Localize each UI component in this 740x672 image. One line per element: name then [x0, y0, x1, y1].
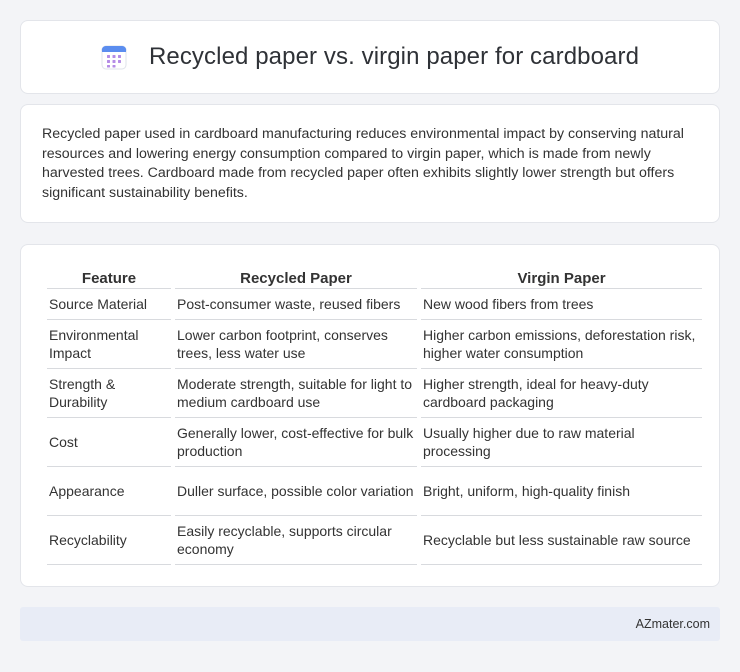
table-row: Source Material Post-consumer waste, reu…: [47, 289, 702, 320]
feature-cell: Source Material: [47, 289, 171, 320]
title-card: Recycled paper vs. virgin paper for card…: [20, 20, 720, 94]
page-title: Recycled paper vs. virgin paper for card…: [148, 43, 640, 70]
intro-paragraph: Recycled paper used in cardboard manufac…: [42, 126, 684, 201]
table-row: Environmental Impact Lower carbon footpr…: [47, 320, 702, 369]
header-feature: Feature: [47, 265, 171, 289]
table-row: Strength & Durability Moderate strength,…: [47, 369, 702, 418]
calendar-icon: [101, 45, 127, 70]
table-header-row: Feature Recycled Paper Virgin Paper: [47, 265, 702, 289]
footer-site-name: AZmater.com: [635, 617, 710, 631]
header-virgin-paper: Virgin Paper: [421, 265, 702, 289]
recycled-cell: Duller surface, possible color variation: [175, 467, 417, 516]
footer-bar: AZmater.com: [20, 607, 720, 641]
header-recycled-paper: Recycled Paper: [175, 265, 417, 289]
table-row: Appearance Duller surface, possible colo…: [47, 467, 702, 516]
comparison-table: Feature Recycled Paper Virgin Paper Sour…: [43, 265, 706, 565]
feature-cell: Strength & Durability: [47, 369, 171, 418]
title-bar: Recycled paper vs. virgin paper for card…: [21, 21, 719, 93]
comparison-card: Feature Recycled Paper Virgin Paper Sour…: [20, 244, 720, 587]
virgin-cell: Higher strength, ideal for heavy-duty ca…: [421, 369, 702, 418]
feature-cell: Environmental Impact: [47, 320, 171, 369]
virgin-cell: Usually higher due to raw material proce…: [421, 418, 702, 467]
virgin-cell: Higher carbon emissions, deforestation r…: [421, 320, 702, 369]
recycled-cell: Moderate strength, suitable for light to…: [175, 369, 417, 418]
recycled-cell: Lower carbon footprint, conserves trees,…: [175, 320, 417, 369]
recycled-cell: Post-consumer waste, reused fibers: [175, 289, 417, 320]
intro-card: Recycled paper used in cardboard manufac…: [20, 104, 720, 223]
table-row: Cost Generally lower, cost-effective for…: [47, 418, 702, 467]
virgin-cell: New wood fibers from trees: [421, 289, 702, 320]
virgin-cell: Bright, uniform, high-quality finish: [421, 467, 702, 516]
virgin-cell: Recyclable but less sustainable raw sour…: [421, 516, 702, 565]
recycled-cell: Easily recyclable, supports circular eco…: [175, 516, 417, 565]
feature-cell: Cost: [47, 418, 171, 467]
feature-cell: Appearance: [47, 467, 171, 516]
feature-cell: Recyclability: [47, 516, 171, 565]
recycled-cell: Generally lower, cost-effective for bulk…: [175, 418, 417, 467]
table-row: Recyclability Easily recyclable, support…: [47, 516, 702, 565]
